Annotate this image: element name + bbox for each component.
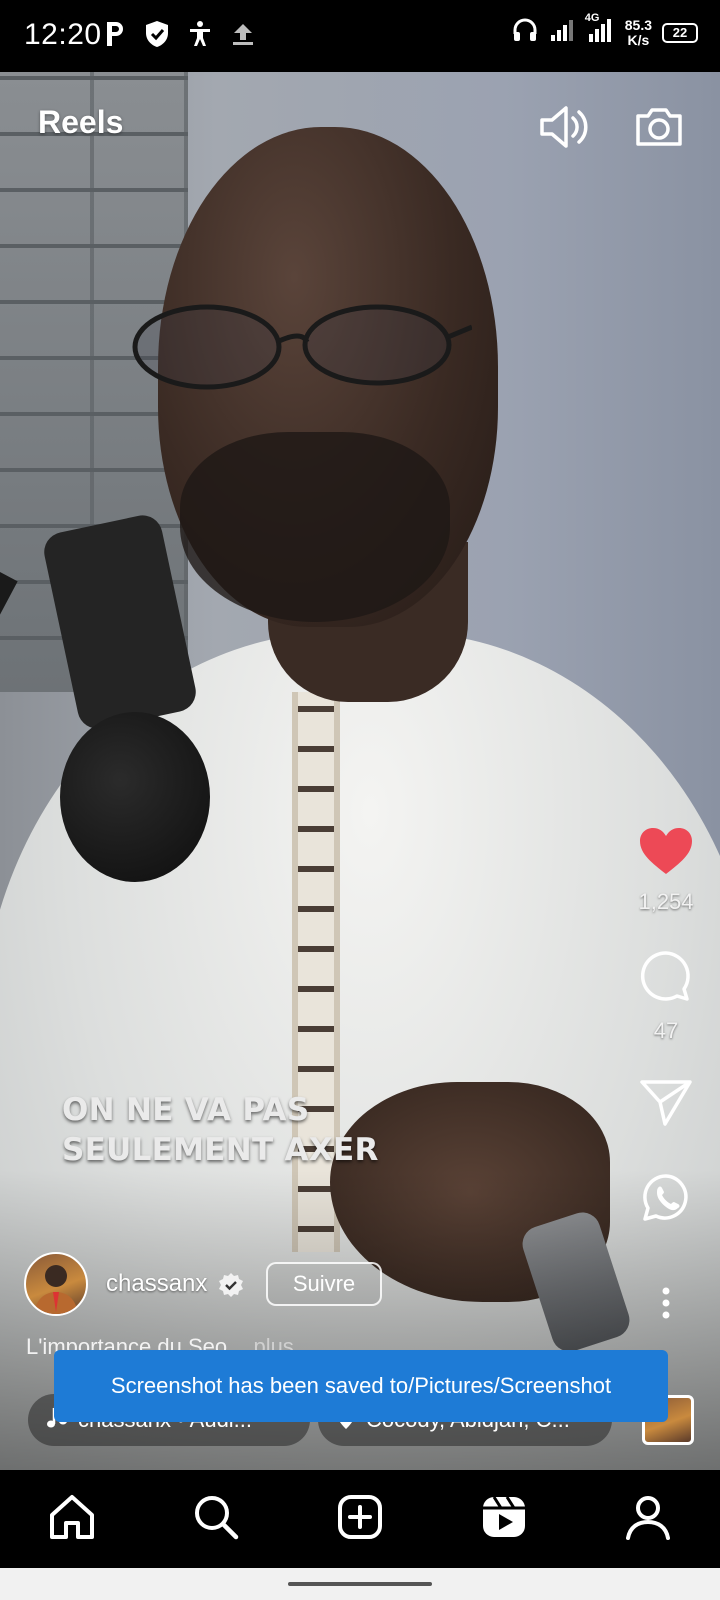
battery-indicator: 22 — [662, 22, 698, 43]
network-speed: 85.3 K/s — [624, 16, 652, 48]
headphones-icon — [511, 16, 539, 49]
heart-icon[interactable] — [638, 826, 694, 881]
system-navigation-bar — [0, 1568, 720, 1600]
comment-icon[interactable] — [638, 949, 694, 1010]
search-icon — [192, 1493, 240, 1546]
network-type: 4G — [584, 12, 600, 24]
whatsapp-icon[interactable] — [641, 1173, 691, 1228]
camera-icon[interactable] — [632, 100, 686, 154]
create-icon — [336, 1493, 384, 1546]
video-caption-line-1: ON NE VA PAS — [62, 1092, 310, 1128]
signal-icon — [549, 17, 575, 48]
comment-count: 47 — [653, 1018, 679, 1043]
screenshot-toast: Screenshot has been saved to/Pictures/Sc… — [54, 1350, 668, 1422]
author-username[interactable]: chassanx — [106, 1270, 207, 1298]
nav-reels[interactable] — [468, 1483, 540, 1555]
microphone — [60, 712, 210, 882]
bottom-navigation — [0, 1470, 720, 1568]
profile-icon — [624, 1493, 672, 1546]
nav-create[interactable] — [324, 1483, 396, 1555]
shield-icon — [144, 20, 170, 53]
accessibility-icon — [188, 20, 212, 53]
like-count: 1,254 — [638, 889, 694, 914]
video-subject-beard — [180, 432, 450, 622]
signal-4g-icon: 4G — [585, 12, 615, 49]
action-column: 1,254 47 — [632, 826, 700, 1325]
video-caption-line-2: SEULEMENT AXER — [62, 1132, 379, 1168]
status-icons-left — [104, 20, 256, 53]
reels-icon — [480, 1493, 528, 1546]
upload-icon — [230, 20, 256, 53]
status-time: 12:20 — [24, 18, 102, 51]
page-title: Reels — [38, 104, 124, 140]
video-caption: ON NE VA PAS SEULEMENT AXER — [62, 1090, 379, 1170]
reel-video[interactable] — [0, 72, 720, 1470]
status-bar: 12:20 4G 85.3 K/s 22 — [0, 0, 720, 72]
glasses — [132, 304, 472, 390]
more-options-icon[interactable] — [661, 1286, 671, 1325]
home-icon — [48, 1493, 96, 1546]
share-icon[interactable] — [639, 1078, 693, 1133]
nav-home[interactable] — [36, 1483, 108, 1555]
parking-icon — [104, 20, 126, 53]
verified-badge-icon — [218, 1272, 244, 1298]
status-icons-right: 4G 85.3 K/s 22 — [511, 12, 698, 49]
nav-profile[interactable] — [612, 1483, 684, 1555]
follow-button[interactable]: Suivre — [266, 1262, 382, 1306]
home-indicator[interactable] — [288, 1582, 432, 1586]
avatar[interactable] — [24, 1252, 88, 1316]
speed-unit: K/s — [627, 31, 650, 48]
speed-value: 85.3 — [624, 16, 652, 33]
nav-search[interactable] — [180, 1483, 252, 1555]
speaker-icon[interactable] — [536, 100, 590, 154]
